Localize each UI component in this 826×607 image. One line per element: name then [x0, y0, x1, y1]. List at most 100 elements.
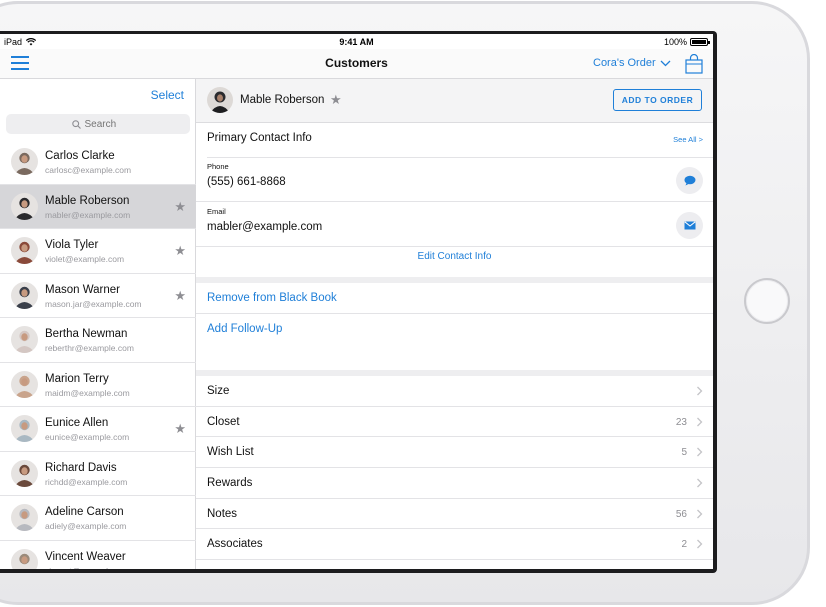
menu-label: Size [207, 385, 230, 397]
customer-email: eunice@example.com [45, 432, 130, 442]
battery-percent: 100% [663, 37, 687, 47]
menu-count: 23 [675, 416, 687, 428]
avatar [11, 237, 38, 264]
customer-row[interactable]: Viola Tyler violet@example.com ★ [0, 229, 196, 274]
customer-row[interactable]: Eunice Allen eunice@example.com ★ [0, 407, 196, 452]
avatar [11, 192, 38, 220]
avatar [11, 281, 38, 309]
menu-row-rewards[interactable]: Rewards [196, 468, 713, 499]
menu-icon[interactable] [11, 56, 29, 70]
customer-name: Vincent Weaver [45, 550, 126, 563]
menu-row-notes[interactable]: Notes 56 [196, 499, 713, 530]
customer-row[interactable]: Carlos Clarke carlosc@example.com [0, 140, 196, 185]
chevron-right-icon [697, 447, 703, 457]
menu-row-closet[interactable]: Closet 23 [196, 407, 713, 438]
customer-row[interactable]: Adeline Carson adiely@example.com [0, 496, 196, 541]
remove-from-black-book-row[interactable]: Remove from Black Book [196, 283, 713, 314]
customer-name: Richard Davis [45, 461, 117, 474]
customer-menu-list: Size Closet 23 Wish List 5 Rewards Notes 56 Asso… [196, 376, 713, 569]
phone-field: Phone (555) 661-8868 [196, 158, 713, 202]
remove-from-black-book-link[interactable]: Remove from Black Book [207, 292, 337, 304]
menu-row-associates[interactable]: Associates 2 [196, 529, 713, 561]
customer-detail: Mable Roberson ★ ADD TO ORDER Primary Co… [196, 79, 713, 569]
email-label: Email [207, 207, 226, 216]
search-input[interactable] [84, 118, 125, 130]
customer-sidebar: Select Carlos Clarke carlosc@example.com M… [0, 79, 196, 569]
chevron-right-icon: > [696, 135, 703, 144]
menu-row-size[interactable]: Size [196, 376, 713, 407]
customer-email: violet@example.com [45, 254, 125, 264]
avatar [11, 415, 38, 442]
phone-label: Phone [207, 162, 229, 171]
chat-bubble-icon [684, 175, 695, 186]
avatar [207, 87, 233, 113]
status-bar: iPad 9:41 AM 100% [0, 34, 713, 49]
customer-name: Mason Warner [45, 283, 120, 296]
chevron-right-icon [697, 417, 703, 427]
avatar [11, 459, 38, 487]
email-button[interactable] [676, 212, 703, 239]
star-icon[interactable]: ★ [174, 288, 186, 304]
star-icon[interactable]: ★ [174, 421, 186, 437]
star-icon[interactable]: ★ [330, 92, 342, 108]
message-button[interactable] [676, 167, 703, 194]
star-icon[interactable]: ★ [174, 199, 186, 215]
add-follow-up-link[interactable]: Add Follow-Up [207, 323, 282, 335]
customer-email: carlosc@example.com [45, 165, 132, 175]
edit-contact-info-link[interactable]: Edit Contact Info [196, 251, 713, 262]
customer-row[interactable]: Mason Warner mason.jar@example.com ★ [0, 274, 196, 318]
customer-row[interactable]: Marion Terry maidm@example.com [0, 363, 196, 407]
customer-list: Carlos Clarke carlosc@example.com Mable Ro… [0, 140, 196, 569]
customer-name: Eunice Allen [45, 417, 109, 429]
customer-name: Marion Terry [45, 372, 109, 385]
navigation-bar: Customers Cora's Order [0, 49, 713, 79]
see-all-label: See All [673, 135, 697, 144]
section-title: Primary Contact Info [207, 132, 312, 144]
see-all-link[interactable]: See All > [673, 135, 703, 144]
order-switcher[interactable]: Cora's Order [593, 57, 671, 69]
email-value: mabler@example.com [207, 221, 323, 233]
customer-row[interactable]: Vincent Weaver vincent@example.com [0, 541, 196, 570]
page-title: Customers [325, 56, 388, 70]
email-field: Email mabler@example.com [196, 203, 713, 247]
customer-row[interactable]: Mable Roberson mabler@example.com ★ [0, 184, 196, 229]
phone-value: (555) 661-8868 [207, 176, 286, 188]
add-follow-up-row[interactable]: Add Follow-Up [196, 314, 713, 345]
menu-row-wish-list[interactable]: Wish List 5 [196, 437, 713, 469]
chevron-right-icon [697, 386, 703, 396]
customer-email: vincent@example.com [45, 566, 131, 570]
shopping-bag-icon[interactable] [685, 54, 703, 74]
app-screen: iPad 9:41 AM 100% Customers Cora's Order [0, 34, 713, 569]
menu-count: 5 [681, 447, 687, 459]
avatar [11, 148, 38, 175]
select-button[interactable]: Select [151, 88, 184, 102]
home-button[interactable] [744, 278, 790, 324]
customer-name: Adeline Carson [45, 506, 124, 518]
search-icon [71, 119, 81, 129]
customer-email: richdd@example.com [45, 476, 128, 487]
customer-name: Carlos Clarke [45, 150, 115, 162]
menu-row-recommended-products[interactable]: Recommended Products [196, 560, 713, 569]
avatar [11, 504, 38, 531]
customer-row[interactable]: Richard Davis richdd@example.com [0, 452, 196, 496]
add-to-order-button[interactable]: ADD TO ORDER [613, 89, 702, 111]
envelope-icon [683, 221, 696, 230]
customer-name: Bertha Newman [45, 328, 128, 340]
chevron-right-icon [697, 478, 703, 488]
star-icon[interactable]: ★ [174, 243, 186, 259]
search-bar[interactable] [6, 114, 190, 134]
chevron-down-icon [660, 60, 671, 66]
customer-name: Mable Roberson [240, 94, 325, 106]
customer-email: maidm@example.com [45, 387, 130, 398]
menu-count: 2 [681, 539, 687, 551]
customer-row[interactable]: Bertha Newman reberthr@example.com [0, 318, 196, 363]
menu-label: Closet [207, 415, 240, 428]
menu-count: 56 [675, 508, 687, 520]
customer-name: Viola Tyler [45, 239, 99, 251]
menu-label: Wish List [207, 446, 254, 459]
chevron-right-icon [697, 509, 703, 519]
detail-header: Mable Roberson ★ ADD TO ORDER [196, 79, 713, 123]
battery-icon [690, 38, 710, 46]
menu-label: Notes [207, 507, 238, 520]
chevron-right-icon [697, 539, 703, 549]
